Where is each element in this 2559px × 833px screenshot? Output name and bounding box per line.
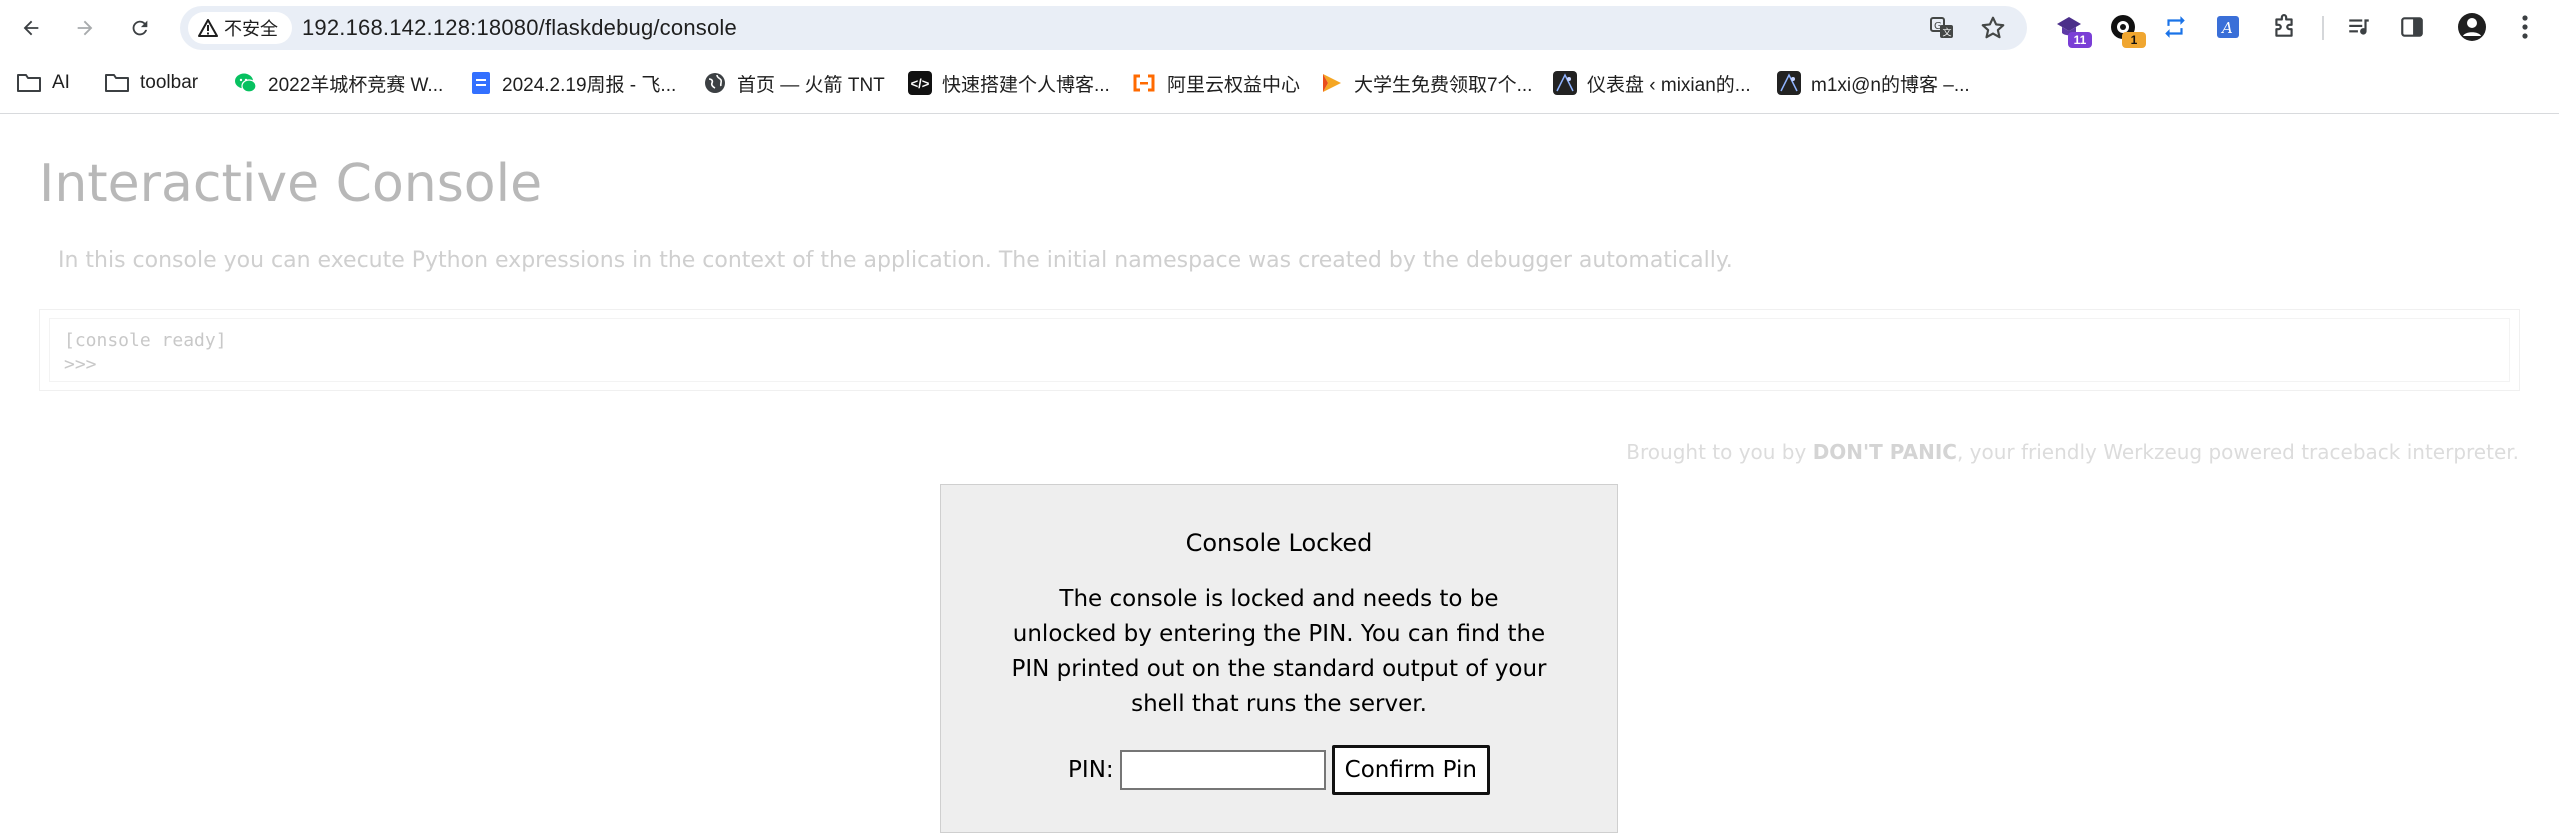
console-panel: [console ready] >>>: [39, 309, 2520, 391]
forward-button[interactable]: [65, 8, 105, 48]
bookmark-item[interactable]: 2022羊城杯竞赛 W...: [234, 67, 443, 99]
bookmark-label: m1xi@n的博客 –...: [1811, 74, 1970, 96]
svg-text:文: 文: [1943, 27, 1952, 39]
code-icon: </>: [908, 71, 932, 95]
doc-icon: [472, 72, 490, 94]
bookmark-label: 2022羊城杯竞赛 W...: [268, 74, 444, 96]
globe-icon: [705, 73, 725, 93]
bookmark-label: toolbar: [140, 72, 199, 93]
browser-toolbar: 不安全 192.168.142.128:18080/flaskdebug/con…: [0, 0, 2559, 55]
media-queue-icon[interactable]: [2342, 10, 2376, 44]
side-panel-icon[interactable]: [2395, 10, 2429, 44]
address-bar[interactable]: 不安全 192.168.142.128:18080/flaskdebug/con…: [180, 6, 2027, 50]
forward-arrow-icon: [77, 20, 93, 36]
footer-prefix: Brought to you by: [1626, 440, 1813, 464]
folder-icon: [17, 74, 41, 92]
bookmark-item[interactable]: 首页 — 火箭 TNT: [703, 67, 885, 99]
site-icon: [1553, 71, 1577, 95]
pin-dialog-message: The console is locked and needs to be un…: [1011, 586, 1547, 717]
extension-cat-icon[interactable]: 1: [2106, 10, 2146, 48]
extension-badge: 11: [2068, 32, 2092, 48]
page-content: Interactive Console In this console you …: [0, 114, 2559, 833]
pin-label: PIN:: [1068, 757, 1114, 783]
toolbar-divider: [2322, 16, 2324, 40]
wechat-icon: [235, 73, 257, 93]
browser-menu-icon[interactable]: [2508, 10, 2542, 44]
pin-form: PIN: Confirm Pin: [941, 745, 1617, 795]
site-icon: [1777, 71, 1801, 95]
console-prompt: >>>: [64, 354, 97, 375]
extension-font-icon[interactable]: A: [2211, 10, 2245, 44]
extensions-puzzle-icon[interactable]: [2267, 10, 2301, 44]
bookmark-label: 2024.2.19周报 - 飞...: [502, 74, 677, 96]
bookmark-folder-ai[interactable]: AI: [16, 67, 70, 99]
bookmark-item[interactable]: 大学生免费领取7个...: [1320, 67, 1532, 99]
security-label: 不安全: [224, 19, 278, 39]
back-button[interactable]: [11, 8, 51, 48]
url-text[interactable]: 192.168.142.128:18080/flaskdebug/console: [302, 6, 737, 50]
pin-dialog-title: Console Locked: [1185, 529, 1373, 557]
security-chip[interactable]: 不安全: [188, 12, 292, 44]
bookmark-label: 快速搭建个人博客...: [942, 74, 1110, 96]
console-line: [console ready]: [64, 330, 227, 351]
extension-badge: 1: [2122, 32, 2146, 48]
bookmark-item[interactable]: </> 快速搭建个人博客...: [908, 67, 1110, 99]
aliyun-icon: [1133, 74, 1155, 92]
bookmark-item[interactable]: 阿里云权益中心: [1131, 67, 1300, 99]
bookmark-item[interactable]: 2024.2.19周报 - 飞...: [470, 67, 676, 99]
console-output[interactable]: [console ready] >>>: [49, 318, 2510, 382]
bookmarks-bar: AI toolbar 2022羊城杯竞赛 W... 2024.2.19周报 - …: [0, 55, 2559, 114]
bookmark-label: AI: [52, 72, 70, 93]
extension-hat-icon[interactable]: 11: [2052, 10, 2092, 48]
svg-text:A: A: [2220, 19, 2233, 37]
translate-icon[interactable]: G文: [1927, 13, 1957, 43]
reload-icon: [132, 20, 148, 36]
warning-icon: [198, 19, 218, 37]
profile-avatar-icon[interactable]: [2455, 10, 2489, 44]
reload-button[interactable]: [120, 8, 160, 48]
console-explanation: In this console you can execute Python e…: [58, 248, 1733, 273]
bookmark-item[interactable]: 仪表盘 ‹ mixian的...: [1553, 67, 1751, 99]
footer-brand: DON'T PANIC: [1812, 440, 1957, 464]
footer-suffix: , your friendly Werkzeug powered traceba…: [1956, 440, 2519, 464]
footer-note: Brought to you by DON'T PANIC, your frie…: [1626, 440, 2519, 464]
pin-input[interactable]: [1119, 750, 1326, 790]
bookmark-label: 大学生免费领取7个...: [1354, 74, 1533, 96]
bookmark-label: 仪表盘 ‹ mixian的...: [1587, 74, 1751, 96]
arrow-logo-icon: [1323, 74, 1341, 92]
bookmark-label: 首页 — 火箭 TNT: [737, 74, 885, 96]
confirm-pin-button[interactable]: Confirm Pin: [1331, 745, 1490, 795]
bookmark-folder-toolbar[interactable]: toolbar: [104, 67, 198, 99]
bookmark-star-icon[interactable]: [1978, 13, 2008, 43]
bookmark-label: 阿里云权益中心: [1167, 74, 1301, 96]
page-title: Interactive Console: [39, 154, 543, 214]
pin-dialog: Console Locked The console is locked and…: [940, 484, 1618, 833]
bookmark-item[interactable]: m1xi@n的博客 –...: [1777, 67, 1970, 99]
back-arrow-icon: [23, 20, 39, 36]
folder-icon: [105, 74, 129, 92]
extension-repeat-icon[interactable]: [2158, 10, 2192, 44]
